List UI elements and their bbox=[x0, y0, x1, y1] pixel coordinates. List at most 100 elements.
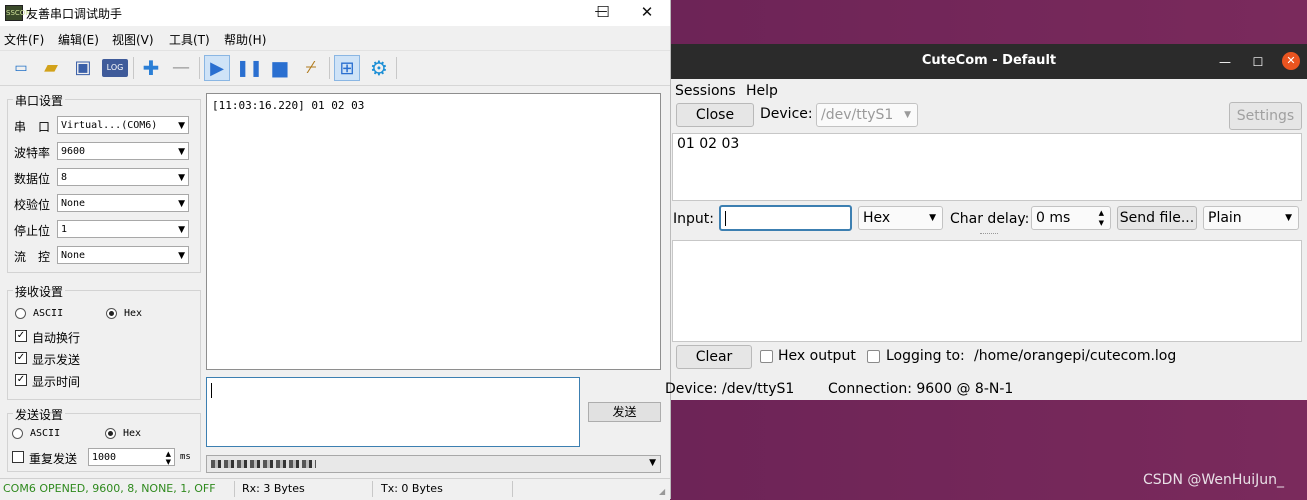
chevron-down-icon: ▼ bbox=[178, 121, 185, 131]
log-icon[interactable]: LOG bbox=[102, 59, 128, 77]
settings-button[interactable]: Settings bbox=[1229, 102, 1302, 130]
show-time-label: 显示时间 bbox=[32, 375, 81, 389]
logging-path: /home/orangepi/cutecom.log bbox=[974, 348, 1177, 364]
send-history-select[interactable]: ▼ bbox=[206, 455, 661, 473]
send-button[interactable]: 发送 bbox=[588, 402, 661, 422]
watermark-text: CSDN @WenHuiJun_ bbox=[1143, 472, 1285, 488]
repeat-interval-value: 1000 bbox=[92, 452, 117, 463]
logging-label: Logging to: bbox=[886, 348, 965, 364]
menu-tools[interactable]: 工具(T) bbox=[169, 31, 210, 48]
char-delay-spinbox[interactable]: 0 ms ▲ ▼ bbox=[1031, 206, 1111, 230]
input-history-panel[interactable] bbox=[672, 240, 1302, 342]
toolbar-separator bbox=[199, 57, 200, 79]
receive-area[interactable]: [11:03:16.220] 01 02 03 bbox=[206, 93, 661, 370]
chevron-down-icon: ▼ bbox=[1285, 213, 1292, 223]
show-send-checkbox[interactable]: ✓ bbox=[15, 352, 27, 364]
resize-grip-icon[interactable]: ◢ bbox=[659, 487, 665, 496]
menu-help[interactable]: Help bbox=[746, 83, 778, 99]
blurred-history-entry bbox=[211, 460, 316, 468]
send-input[interactable] bbox=[206, 377, 580, 447]
menu-bar: 文件(F) 编辑(E) 视图(V) 工具(T) 帮助(H) bbox=[0, 29, 670, 49]
pause-icon[interactable]: ❚❚ bbox=[236, 55, 263, 81]
tx-ascii-radio[interactable] bbox=[12, 428, 23, 439]
spin-arrows-icon[interactable]: ▲ ▼ bbox=[166, 450, 171, 466]
title-bar: SSCOM 友善串口调试助手 bbox=[0, 0, 670, 26]
input-label: Input: bbox=[673, 211, 714, 227]
clear-button[interactable]: Clear bbox=[676, 345, 752, 369]
port-select[interactable]: Virtual...(COM6) ▼ bbox=[57, 116, 189, 134]
status-separator bbox=[234, 481, 235, 497]
chevron-down-icon: ▼ bbox=[178, 251, 185, 261]
hex-output-checkbox[interactable] bbox=[760, 350, 773, 363]
receive-text: [11:03:16.220] 01 02 03 bbox=[212, 99, 365, 112]
baud-value: 9600 bbox=[61, 146, 86, 157]
output-panel[interactable]: 01 02 03 bbox=[672, 133, 1302, 201]
close-port-button[interactable]: Close bbox=[676, 103, 754, 127]
layout-icon[interactable]: ⊞ bbox=[334, 55, 360, 81]
window-title: CuteCom - Default bbox=[921, 53, 1057, 68]
status-connection: Connection: 9600 @ 8-N-1 bbox=[828, 381, 1014, 397]
interval-unit: ms bbox=[180, 452, 191, 462]
stopbits-label: 停止位 bbox=[14, 224, 51, 238]
rx-ascii-radio[interactable] bbox=[15, 308, 26, 319]
flow-label: 流 控 bbox=[14, 250, 51, 264]
menu-help[interactable]: 帮助(H) bbox=[224, 31, 266, 48]
send-file-button[interactable]: Send file... bbox=[1117, 206, 1197, 230]
flow-select[interactable]: None ▼ bbox=[57, 246, 189, 264]
device-label: Device: bbox=[760, 106, 813, 122]
serial-settings-title: 串口设置 bbox=[13, 92, 66, 109]
settings-gear-icon[interactable]: ⚙ bbox=[366, 55, 392, 81]
remove-icon[interactable]: — bbox=[168, 55, 194, 81]
close-button[interactable]: ✕ bbox=[624, 0, 670, 26]
repeat-interval-input[interactable]: 1000 ▲ ▼ bbox=[88, 448, 175, 466]
toolbar-separator bbox=[329, 57, 330, 79]
spin-arrows-icon[interactable]: ▲ ▼ bbox=[1099, 208, 1104, 228]
text-caret bbox=[725, 211, 726, 226]
close-icon[interactable]: ✕ bbox=[1282, 52, 1300, 70]
new-icon[interactable]: ▭ bbox=[8, 55, 34, 81]
open-icon[interactable]: ▰ bbox=[38, 55, 64, 81]
splitter-handle[interactable] bbox=[980, 233, 998, 236]
clear-broom-icon[interactable]: ⌿ bbox=[298, 55, 324, 81]
logging-checkbox[interactable] bbox=[867, 350, 880, 363]
toolbar-separator bbox=[133, 57, 134, 79]
stop-icon[interactable]: ■ bbox=[267, 55, 293, 81]
serial-assistant-window: SSCOM 友善串口调试助手 — ☐ ✕ 文件(F) 编辑(E) 视图(V) 工… bbox=[0, 0, 671, 500]
char-delay-label: Char delay: bbox=[950, 211, 1030, 227]
parity-value: None bbox=[61, 198, 86, 209]
menu-sessions[interactable]: Sessions bbox=[675, 83, 736, 99]
menu-file[interactable]: 文件(F) bbox=[4, 31, 44, 48]
minimize-icon[interactable]: — bbox=[1216, 53, 1234, 71]
databits-label: 数据位 bbox=[14, 172, 51, 186]
status-separator bbox=[512, 481, 513, 497]
chevron-down-icon: ▼ bbox=[178, 225, 185, 235]
rx-ascii-label: ASCII bbox=[33, 308, 64, 319]
save-icon[interactable]: ▣ bbox=[70, 55, 96, 81]
menu-view[interactable]: 视图(V) bbox=[112, 31, 154, 48]
receive-settings-title: 接收设置 bbox=[13, 283, 66, 300]
menu-edit[interactable]: 编辑(E) bbox=[58, 31, 99, 48]
auto-wrap-checkbox[interactable]: ✓ bbox=[15, 330, 27, 342]
line-end-select[interactable]: Plain ▼ bbox=[1203, 206, 1299, 230]
char-delay-value: 0 ms bbox=[1036, 210, 1071, 226]
input-field[interactable] bbox=[719, 205, 852, 231]
tx-hex-radio[interactable] bbox=[105, 428, 116, 439]
chevron-down-icon: ▼ bbox=[649, 458, 656, 468]
play-icon[interactable]: ▶ bbox=[204, 55, 230, 81]
format-select[interactable]: Hex ▼ bbox=[858, 206, 943, 230]
baud-select[interactable]: 9600 ▼ bbox=[57, 142, 189, 160]
rx-hex-label: Hex bbox=[124, 308, 143, 319]
repeat-send-checkbox[interactable] bbox=[12, 451, 24, 463]
databits-select[interactable]: 8 ▼ bbox=[57, 168, 189, 186]
add-icon[interactable]: ✚ bbox=[138, 55, 164, 81]
rx-hex-radio[interactable] bbox=[106, 308, 117, 319]
device-select[interactable]: /dev/ttyS1 ▼ bbox=[816, 103, 918, 127]
show-time-checkbox[interactable]: ✓ bbox=[15, 374, 27, 386]
maximize-button[interactable]: ☐ bbox=[580, 0, 626, 26]
tx-count: Tx: 0 Bytes bbox=[381, 482, 443, 495]
app-icon: SSCOM bbox=[5, 5, 31, 21]
cutecom-window: CuteCom - Default — ☐ ✕ Sessions Help Cl… bbox=[665, 44, 1307, 400]
stopbits-select[interactable]: 1 ▼ bbox=[57, 220, 189, 238]
parity-select[interactable]: None ▼ bbox=[57, 194, 189, 212]
maximize-icon[interactable]: ☐ bbox=[1249, 53, 1267, 71]
